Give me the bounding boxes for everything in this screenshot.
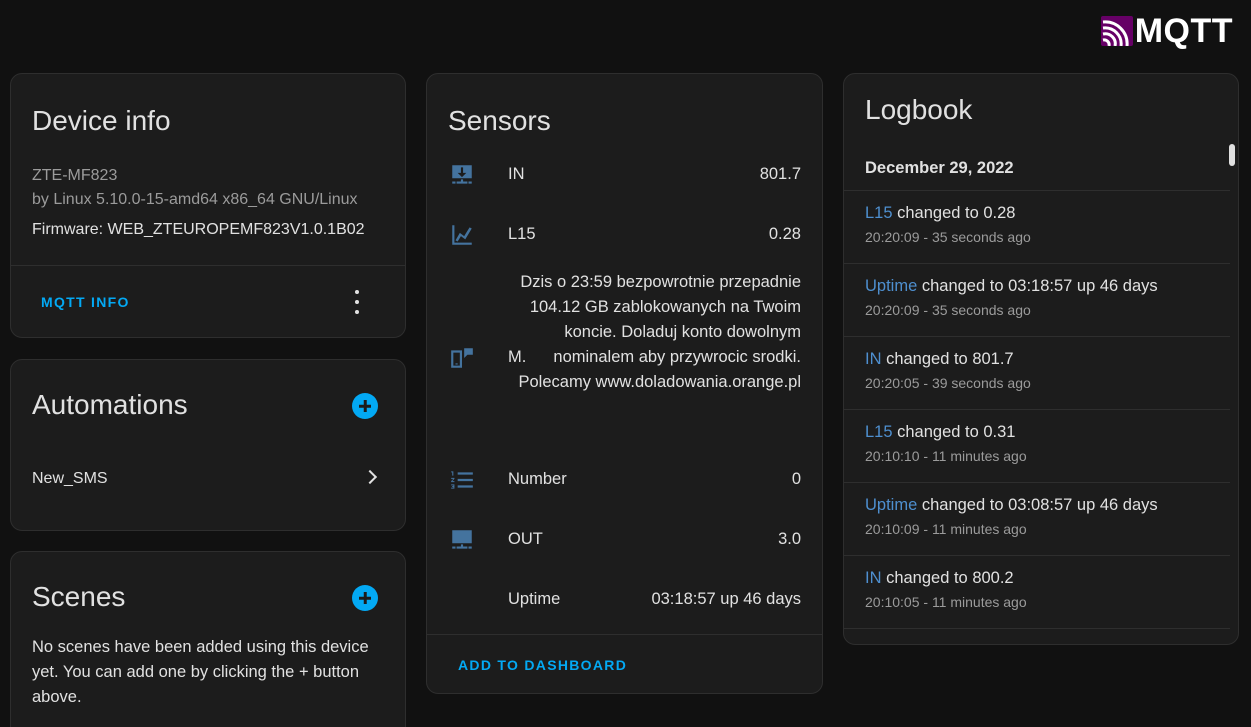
log-divider [844,628,1230,629]
sensor-row-l15[interactable]: L15 0.28 [427,222,822,248]
device-manufacturer: by Linux 5.10.0-15-amd64 x86_64 GNU/Linu… [32,191,358,208]
log-divider [844,263,1230,264]
sensors-title: Sensors [448,105,551,136]
log-message: changed to 0.28 [892,204,1016,222]
log-entity-link[interactable]: Uptime [865,496,917,514]
scenes-title: Scenes [32,581,126,612]
log-time: 20:20:09 - 35 seconds ago [865,229,1031,245]
logbook-card: Logbook December 29, 2022 L15 changed to… [843,73,1239,645]
log-entity-link[interactable]: IN [865,350,882,368]
sensor-name: OUT [508,530,543,548]
log-entry: L15 changed to 0.28 20:20:09 - 35 second… [865,204,1226,245]
log-message: changed to 03:08:57 up 46 days [917,496,1158,514]
device-info-title: Device info [32,105,171,136]
log-divider [844,336,1230,337]
log-divider [844,190,1230,191]
log-message: changed to 03:18:57 up 46 days [917,277,1158,295]
log-entry: Uptime changed to 03:08:57 up 46 days 20… [865,496,1226,537]
log-entity-link[interactable]: IN [865,569,882,587]
device-model-block: ZTE-MF823 by Linux 5.10.0-15-amd64 x86_6… [32,164,358,212]
sensor-row-message[interactable]: M. Dzis o 23:59 bezpowrotnie przepadnie … [427,270,822,446]
logbook-title: Logbook [865,94,973,125]
log-entry: IN changed to 800.2 20:10:05 - 11 minute… [865,569,1226,610]
sensor-name: IN [508,165,525,183]
mqtt-logo-text: MQTT [1134,12,1233,50]
sensor-name: Uptime [508,590,561,608]
add-to-dashboard-button[interactable]: ADD TO DASHBOARD [458,657,627,673]
automation-item[interactable]: New_SMS [11,456,405,504]
log-message: changed to 0.31 [892,423,1016,441]
card-divider [11,265,405,266]
mqtt-logo: MQTT [1100,12,1233,50]
sensor-row-out[interactable]: OUT 3.0 [427,527,822,553]
message-phone-icon [449,345,475,371]
chevron-right-icon [362,469,378,485]
device-model: ZTE-MF823 [32,167,118,184]
log-message: changed to 801.7 [881,350,1014,368]
download-network-icon [449,162,475,188]
sensor-value: 0.28 [768,225,801,243]
log-time: 20:10:05 - 11 minutes ago [865,594,1027,610]
sensor-row-uptime[interactable]: Uptime 03:18:57 up 46 days [427,587,822,613]
logbook-scrollbar[interactable] [1229,144,1235,166]
chart-areaspline-icon [449,222,475,248]
log-entry: IN changed to 801.7 20:20:05 - 39 second… [865,350,1226,391]
log-divider [844,482,1230,483]
automations-title: Automations [32,389,188,420]
mqtt-info-button[interactable]: MQTT INFO [41,294,130,310]
scenes-empty-message: No scenes have been added using this dev… [32,638,369,706]
log-message: changed to 800.2 [881,569,1014,587]
overflow-menu-icon[interactable] [353,290,361,314]
sensor-value: 801.7 [759,165,801,183]
log-time: 20:20:09 - 35 seconds ago [865,302,1031,318]
logbook-date: December 29, 2022 [865,159,1014,177]
log-time: 20:10:10 - 11 minutes ago [865,448,1027,464]
sensor-name: Number [508,470,567,488]
log-entity-link[interactable]: Uptime [865,277,917,295]
log-time: 20:10:09 - 11 minutes ago [865,521,1027,537]
log-divider [844,555,1230,556]
sensor-value: 3.0 [778,530,801,548]
scenes-card: Scenes No scenes have been added using t… [10,551,406,727]
sensor-value: 0 [791,470,801,488]
mqtt-logo-icon [1100,16,1133,46]
add-scene-plus-icon[interactable] [352,585,378,611]
sensor-row-in[interactable]: IN 801.7 [427,162,822,188]
log-time: 20:20:05 - 39 seconds ago [865,375,1031,391]
log-entity-link[interactable]: L15 [865,423,893,441]
automation-item-label: New_SMS [32,470,108,487]
sensor-value: Dzis o 23:59 bezpowrotnie przepadnie 104… [518,273,802,391]
device-page: MQTT Device info ZTE-MF823 by Linux 5.10… [0,0,1251,727]
log-entry: Uptime changed to 03:18:57 up 46 days 20… [865,277,1226,318]
device-firmware: Firmware: WEB_ZTEUROPEMF823V1.0.1B02 [32,221,365,238]
card-divider [427,634,822,635]
sensor-row-number[interactable]: Number 0 [427,467,822,493]
upload-network-icon [449,527,475,553]
device-info-card: Device info ZTE-MF823 by Linux 5.10.0-15… [10,73,406,338]
log-divider [844,409,1230,410]
log-entry: L15 changed to 0.31 20:10:10 - 11 minute… [865,423,1226,464]
add-automation-plus-icon[interactable] [352,393,378,419]
sensor-value: 03:18:57 up 46 days [651,590,801,608]
automations-card: Automations New_SMS [10,359,406,531]
log-entity-link[interactable]: L15 [865,204,893,222]
sensor-name: L15 [508,225,536,243]
numbered-list-icon [449,467,475,493]
sensors-card: Sensors IN 801.7 L15 0.28 M. Dzis o 23:5… [426,73,823,694]
